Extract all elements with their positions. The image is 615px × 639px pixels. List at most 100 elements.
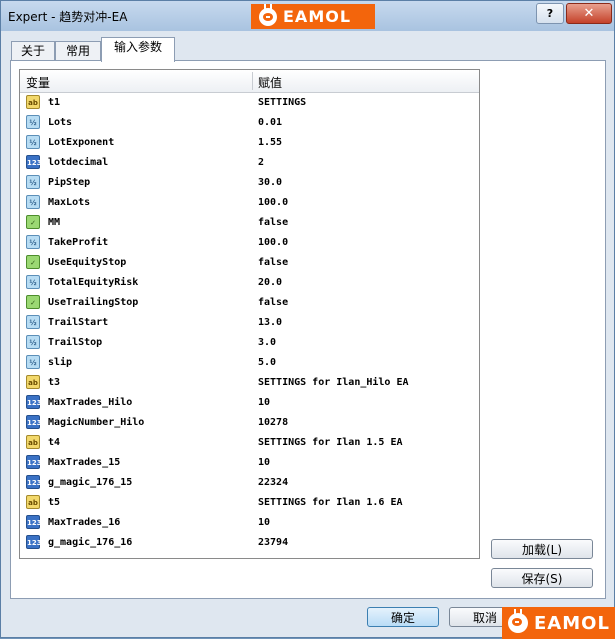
parameter-name: slip xyxy=(48,357,73,368)
boolean-type-icon: ✓ xyxy=(26,295,40,309)
parameter-name: Lots xyxy=(48,117,73,128)
parameter-name: MaxTrades_16 xyxy=(48,517,121,528)
parameter-value[interactable]: false xyxy=(258,257,288,268)
parameter-value[interactable]: 10 xyxy=(258,457,270,468)
parameter-row[interactable]: 123 MaxTrades_15 10 xyxy=(20,453,479,473)
parameter-value[interactable]: 100.0 xyxy=(258,197,288,208)
parameter-value[interactable]: 10 xyxy=(258,517,270,528)
integer-type-icon: 123 xyxy=(26,415,42,429)
parameter-name: t4 xyxy=(48,437,61,448)
parameter-name: g_magic_176_16 xyxy=(48,537,133,548)
parameter-name: lotdecimal xyxy=(48,157,109,168)
parameter-name: MaxLots xyxy=(48,197,91,208)
parameter-row[interactable]: ½ PipStep 30.0 xyxy=(20,173,479,193)
parameter-value[interactable]: 10 xyxy=(258,397,270,408)
ok-button[interactable]: 确定 xyxy=(367,607,439,627)
double-type-icon: ½ xyxy=(26,175,40,189)
integer-type-icon: 123 xyxy=(26,535,42,549)
parameter-value[interactable]: SETTINGS for Ilan_Hilo EA xyxy=(258,377,409,388)
tab-common[interactable]: 常用 xyxy=(55,41,101,61)
column-header-value[interactable]: 赋值 xyxy=(258,74,282,91)
parameter-name: TrailStart xyxy=(48,317,109,328)
window-title: Expert - 趋势对冲-EA xyxy=(8,10,128,24)
grid-header: 变量 赋值 xyxy=(20,70,479,93)
parameter-name: LotExponent xyxy=(48,137,115,148)
parameter-value[interactable]: 3.0 xyxy=(258,337,276,348)
parameter-name: MagicNumber_Hilo xyxy=(48,417,145,428)
parameter-value[interactable]: 23794 xyxy=(258,537,288,548)
parameter-row[interactable]: ½ TotalEquityRisk 20.0 xyxy=(20,273,479,293)
parameter-value[interactable]: 22324 xyxy=(258,477,288,488)
eamol-logo-text: EAMOL xyxy=(283,7,352,26)
double-type-icon: ½ xyxy=(26,315,40,329)
tab-about[interactable]: 关于 xyxy=(11,41,55,61)
column-divider[interactable] xyxy=(252,72,253,90)
string-type-icon: ab xyxy=(26,495,40,509)
parameter-value[interactable]: 1.55 xyxy=(258,137,282,148)
eamol-watermark: EAMOL xyxy=(502,607,615,639)
boolean-type-icon: ✓ xyxy=(26,215,40,229)
save-button[interactable]: 保存(S) xyxy=(491,568,593,588)
integer-type-icon: 123 xyxy=(26,475,42,489)
double-type-icon: ½ xyxy=(26,115,40,129)
parameter-row[interactable]: ab t3 SETTINGS for Ilan_Hilo EA xyxy=(20,373,479,393)
parameter-row[interactable]: 123 MagicNumber_Hilo 10278 xyxy=(20,413,479,433)
parameter-value[interactable]: 20.0 xyxy=(258,277,282,288)
close-button[interactable]: ✕ xyxy=(566,3,612,24)
parameter-name: MM xyxy=(48,217,61,228)
double-type-icon: ½ xyxy=(26,335,40,349)
parameter-row[interactable]: ✓ UseTrailingStop false xyxy=(20,293,479,313)
parameter-name: t5 xyxy=(48,497,61,508)
parameter-row[interactable]: ✓ MM false xyxy=(20,213,479,233)
parameter-value[interactable]: 5.0 xyxy=(258,357,276,368)
double-type-icon: ½ xyxy=(26,275,40,289)
parameter-name: TrailStop xyxy=(48,337,103,348)
parameter-row[interactable]: ½ TakeProfit 100.0 xyxy=(20,233,479,253)
eamol-logo: EAMOL xyxy=(251,3,375,29)
parameter-value[interactable]: 13.0 xyxy=(258,317,282,328)
parameter-name: t1 xyxy=(48,97,61,108)
parameter-name: UseEquityStop xyxy=(48,257,127,268)
eamol-logo-icon xyxy=(259,3,277,26)
help-button[interactable]: ? xyxy=(536,3,564,24)
double-type-icon: ½ xyxy=(26,235,40,249)
parameter-row[interactable]: 123 MaxTrades_16 10 xyxy=(20,513,479,533)
integer-type-icon: 123 xyxy=(26,395,42,409)
integer-type-icon: 123 xyxy=(26,155,42,169)
load-button[interactable]: 加载(L) xyxy=(491,539,593,559)
parameter-row[interactable]: ½ slip 5.0 xyxy=(20,353,479,373)
boolean-type-icon: ✓ xyxy=(26,255,40,269)
parameter-row[interactable]: ½ Lots 0.01 xyxy=(20,113,479,133)
parameter-row[interactable]: ab t4 SETTINGS for Ilan 1.5 EA xyxy=(20,433,479,453)
parameter-value[interactable]: 0.01 xyxy=(258,117,282,128)
parameters-grid[interactable]: 变量 赋值 ab t1 SETTINGS ½ Lots 0.01 ½ LotExponent 1… xyxy=(19,69,480,559)
parameter-row[interactable]: ½ TrailStart 13.0 xyxy=(20,313,479,333)
parameter-name: t3 xyxy=(48,377,61,388)
parameter-value[interactable]: SETTINGS for Ilan 1.6 EA xyxy=(258,497,403,508)
tab-inputs[interactable]: 输入参数 xyxy=(101,37,175,62)
parameter-row[interactable]: ✓ UseEquityStop false xyxy=(20,253,479,273)
title-bar[interactable]: Expert - 趋势对冲-EA EAMOL ? ✕ xyxy=(1,1,614,31)
parameter-row[interactable]: ½ LotExponent 1.55 xyxy=(20,133,479,153)
eamol-watermark-icon xyxy=(508,609,528,633)
parameter-row[interactable]: 123 MaxTrades_Hilo 10 xyxy=(20,393,479,413)
parameter-value[interactable]: 100.0 xyxy=(258,237,288,248)
parameter-row[interactable]: ab t5 SETTINGS for Ilan 1.6 EA xyxy=(20,493,479,513)
parameter-row[interactable]: ½ MaxLots 100.0 xyxy=(20,193,479,213)
parameter-value[interactable]: 2 xyxy=(258,157,264,168)
double-type-icon: ½ xyxy=(26,355,40,369)
parameter-value[interactable]: false xyxy=(258,297,288,308)
parameter-row[interactable]: 123 lotdecimal 2 xyxy=(20,153,479,173)
parameter-name: g_magic_176_15 xyxy=(48,477,133,488)
parameter-row[interactable]: ½ TrailStop 3.0 xyxy=(20,333,479,353)
parameter-row[interactable]: 123 g_magic_176_16 23794 xyxy=(20,533,479,553)
parameter-value[interactable]: false xyxy=(258,217,288,228)
column-header-variable[interactable]: 变量 xyxy=(26,74,50,91)
parameter-value[interactable]: SETTINGS for Ilan 1.5 EA xyxy=(258,437,403,448)
parameter-row[interactable]: 123 g_magic_176_15 22324 xyxy=(20,473,479,493)
parameter-value[interactable]: SETTINGS xyxy=(258,97,306,108)
parameter-value[interactable]: 10278 xyxy=(258,417,288,428)
parameter-value[interactable]: 30.0 xyxy=(258,177,282,188)
integer-type-icon: 123 xyxy=(26,515,42,529)
parameter-row[interactable]: ab t1 SETTINGS xyxy=(20,93,479,113)
